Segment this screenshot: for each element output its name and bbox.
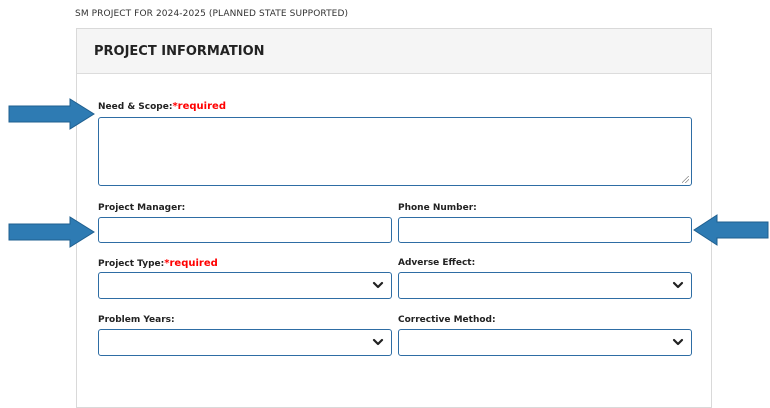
project-type-select[interactable] bbox=[98, 272, 392, 299]
need-scope-label: Need & Scope:*required bbox=[98, 101, 226, 112]
chevron-down-icon bbox=[672, 281, 684, 289]
project-type-label: Project Type:*required bbox=[98, 258, 218, 269]
need-scope-textarea[interactable] bbox=[98, 117, 692, 186]
breadcrumb: SM PROJECT FOR 2024-2025 (PLANNED STATE … bbox=[75, 9, 349, 19]
adverse-effect-label: Adverse Effect: bbox=[398, 258, 476, 268]
arrow-icon bbox=[693, 214, 769, 246]
phone-number-label: Phone Number: bbox=[398, 203, 477, 213]
panel-title: PROJECT INFORMATION bbox=[77, 29, 711, 74]
chevron-down-icon bbox=[372, 281, 384, 289]
project-manager-input[interactable] bbox=[98, 217, 392, 243]
chevron-down-icon bbox=[672, 338, 684, 346]
chevron-down-icon bbox=[372, 338, 384, 346]
corrective-method-select[interactable] bbox=[398, 329, 692, 356]
project-manager-label: Project Manager: bbox=[98, 203, 186, 213]
required-indicator: *required bbox=[164, 258, 218, 269]
required-indicator: *required bbox=[172, 101, 226, 112]
adverse-effect-select[interactable] bbox=[398, 272, 692, 299]
phone-number-input[interactable] bbox=[398, 217, 692, 243]
problem-years-label: Problem Years: bbox=[98, 315, 175, 325]
arrow-icon bbox=[8, 98, 95, 130]
arrow-icon bbox=[8, 216, 95, 248]
resize-grip-icon[interactable] bbox=[682, 176, 689, 183]
problem-years-select[interactable] bbox=[98, 329, 392, 356]
corrective-method-label: Corrective Method: bbox=[398, 315, 496, 325]
